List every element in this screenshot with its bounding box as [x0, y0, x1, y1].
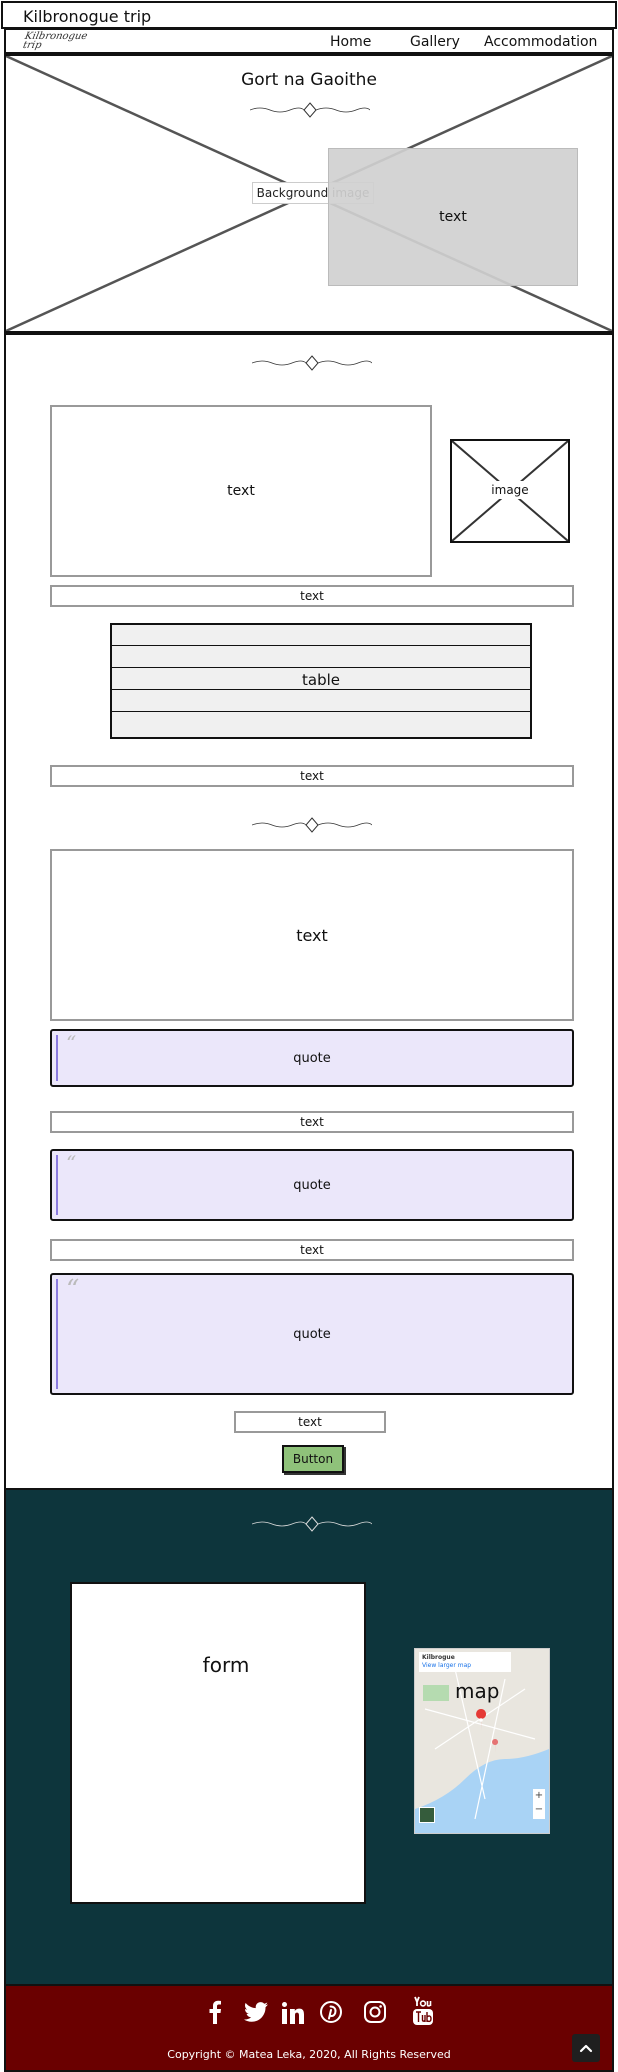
- back-to-top-button[interactable]: [572, 2034, 600, 2062]
- instagram-icon[interactable]: [364, 2001, 386, 2023]
- divider-ornament-icon: [252, 817, 372, 833]
- section-text-block: text: [50, 849, 574, 1021]
- facebook-icon[interactable]: [208, 2000, 222, 2024]
- map-label: map: [455, 1679, 500, 1703]
- table-row: [112, 689, 530, 690]
- text-bar-2-label: text: [300, 769, 324, 783]
- quote-mark-icon: “: [66, 1031, 77, 1055]
- hero-text-block: text: [328, 148, 578, 286]
- map-info-card[interactable]: Kilbrogue View larger map: [419, 1652, 511, 1672]
- divider-ornament-icon: [252, 1516, 372, 1532]
- primary-button-label: Button: [292, 1452, 334, 1466]
- text-bar-1: text: [50, 585, 574, 607]
- quote-mark-icon: “: [66, 1275, 80, 1305]
- primary-button[interactable]: Button: [282, 1445, 344, 1473]
- image-label: image: [488, 481, 532, 499]
- quote-3-label: quote: [293, 1326, 331, 1342]
- map-card-subtitle[interactable]: View larger map: [422, 1662, 508, 1670]
- hero-title: Gort na Gaoithe: [241, 70, 377, 90]
- text-bar-5: text: [234, 1411, 386, 1433]
- map-zoom-controls[interactable]: + −: [533, 1789, 545, 1819]
- table-row: [112, 645, 530, 646]
- hero-text-label: text: [439, 209, 467, 225]
- quote-1-label: quote: [293, 1050, 331, 1066]
- map-layer-toggle-icon[interactable]: [419, 1807, 435, 1823]
- divider-ornament-icon: [250, 102, 370, 118]
- copyright-text: Copyright © Matea Leka, 2020, All Rights…: [167, 2048, 451, 2061]
- twitter-icon[interactable]: [244, 2002, 268, 2022]
- top-navbar: Kilbronogue trip Home Gallery Accommodat…: [4, 28, 614, 54]
- quote-block-2: “ quote: [50, 1149, 574, 1221]
- form-label: form: [202, 1653, 250, 1677]
- site-logo-text: Kilbronogue trip: [21, 31, 89, 51]
- section-text-label: text: [296, 925, 328, 945]
- pinterest-icon[interactable]: [320, 2001, 342, 2023]
- zoom-in-icon[interactable]: +: [535, 1790, 543, 1801]
- site-footer: Copyright © Matea Leka, 2020, All Rights…: [4, 1984, 614, 2072]
- text-bar-4-label: text: [300, 1243, 324, 1257]
- window-title-bar: Kilbronogue trip: [1, 1, 617, 29]
- map-embed[interactable]: Kilbrogue View larger map map + −: [414, 1648, 550, 1834]
- table-row: [112, 667, 530, 668]
- nav-item-home[interactable]: Home: [330, 34, 371, 50]
- quote-block-1: “ quote: [50, 1029, 574, 1087]
- text-bar-2: text: [50, 765, 574, 787]
- text-bar-4: text: [50, 1239, 574, 1261]
- text-bar-3-label: text: [300, 1115, 324, 1129]
- quote-2-label: quote: [293, 1177, 331, 1193]
- main-content: text image text table text text “ quote …: [4, 333, 614, 1490]
- nav-item-gallery[interactable]: Gallery: [410, 34, 460, 50]
- contact-form[interactable]: form: [70, 1582, 366, 1904]
- quote-block-3: “ quote: [50, 1273, 574, 1395]
- zoom-out-icon[interactable]: −: [535, 1804, 543, 1815]
- table-label: table: [302, 671, 340, 689]
- hero-section: Gort na Gaoithe Background image text: [4, 54, 614, 333]
- text-bar-1-label: text: [300, 589, 324, 603]
- window-title: Kilbronogue trip: [23, 7, 152, 26]
- contact-section: form Kilbrogue View larger map map + −: [4, 1490, 614, 1984]
- divider-ornament-icon: [252, 355, 372, 371]
- site-logo[interactable]: Kilbronogue trip: [21, 31, 89, 51]
- intro-text-block: text: [50, 405, 432, 577]
- map-card-title: Kilbrogue: [422, 1654, 455, 1661]
- map-background: [415, 1649, 549, 1833]
- chevron-up-icon: [579, 2044, 593, 2053]
- data-table: table: [110, 623, 532, 739]
- youtube-icon[interactable]: [412, 1996, 434, 2026]
- text-bar-5-label: text: [298, 1415, 322, 1429]
- linkedin-icon[interactable]: [282, 2002, 304, 2024]
- image-placeholder: image: [450, 439, 570, 543]
- quote-mark-icon: “: [66, 1151, 77, 1175]
- table-row: [112, 711, 530, 712]
- text-bar-3: text: [50, 1111, 574, 1133]
- nav-item-accommodation[interactable]: Accommodation: [484, 34, 597, 50]
- intro-text-label: text: [227, 483, 255, 499]
